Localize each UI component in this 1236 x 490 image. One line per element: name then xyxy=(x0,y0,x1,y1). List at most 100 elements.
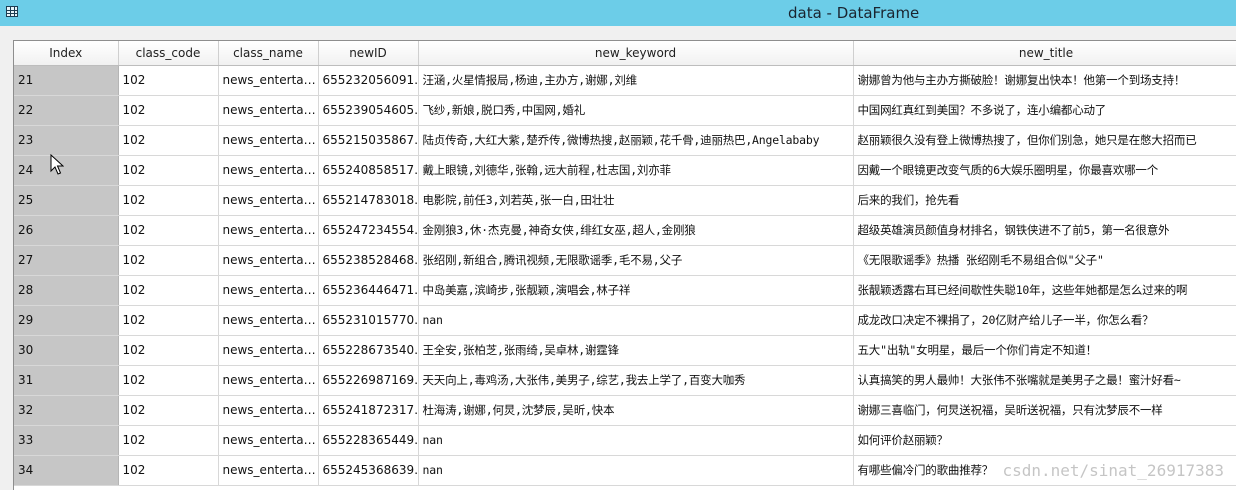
cell-new-keyword[interactable]: 金刚狼3,休·杰克曼,神奇女侠,绯红女巫,超人,金刚狼 xyxy=(418,215,854,246)
cell-index[interactable]: 31 xyxy=(14,365,119,396)
cell-new-id[interactable]: 655236446471… xyxy=(318,275,419,306)
cell-new-title[interactable]: 张靓颖透露右耳已经间歇性失聪10年，这些年她都是怎么过来的啊 xyxy=(853,275,1236,306)
cell-class-code[interactable]: 102 xyxy=(118,335,219,366)
cell-new-id[interactable]: 655241872317… xyxy=(318,395,419,426)
cell-new-keyword[interactable]: nan xyxy=(418,305,854,336)
cell-new-keyword[interactable]: 汪涵,火星情报局,杨迪,主办方,谢娜,刘维 xyxy=(418,65,854,96)
cell-class-code[interactable]: 102 xyxy=(118,365,219,396)
cell-new-id[interactable]: 655240858517… xyxy=(318,155,419,186)
cell-index[interactable]: 23 xyxy=(14,125,119,156)
cell-new-keyword[interactable]: 陆贞传奇,大红大紫,楚乔传,微博热搜,赵丽颖,花千骨,迪丽热巴,Angelaba… xyxy=(418,125,854,156)
table-row[interactable]: 31 102 news_enterta… 655226987169… 天天向上,毒鸡汤,… xyxy=(14,365,1236,396)
column-header-class-name[interactable]: class_name xyxy=(218,41,319,66)
cell-new-keyword[interactable]: 电影院,前任3,刘若英,张一白,田壮壮 xyxy=(418,185,854,216)
cell-class-name[interactable]: news_enterta… xyxy=(218,335,319,366)
cell-new-keyword[interactable]: 飞纱,新娘,脱口秀,中国网,婚礼 xyxy=(418,95,854,126)
table-row[interactable]: 27 102 news_enterta… 655238528468… 张绍刚,新组合,腾… xyxy=(14,245,1236,276)
cell-new-title[interactable]: 如何评价赵丽颖？ xyxy=(853,425,1236,456)
cell-class-code[interactable]: 102 xyxy=(118,425,219,456)
cell-new-title[interactable]: 超级英雄演员颜值身材排名，钢铁侠进不了前5，第一名很意外 xyxy=(853,215,1236,246)
cell-class-code[interactable]: 102 xyxy=(118,215,219,246)
cell-class-code[interactable]: 102 xyxy=(118,95,219,126)
cell-index[interactable]: 21 xyxy=(14,65,119,96)
cell-class-code[interactable]: 102 xyxy=(118,125,219,156)
cell-new-keyword[interactable]: 中岛美嘉,滨崎步,张靓颖,演唱会,林子祥 xyxy=(418,275,854,306)
cell-index[interactable]: 27 xyxy=(14,245,119,276)
cell-class-code[interactable]: 102 xyxy=(118,155,219,186)
cell-class-code[interactable]: 102 xyxy=(118,305,219,336)
cell-index[interactable]: 26 xyxy=(14,215,119,246)
cell-new-id[interactable]: 655214783018… xyxy=(318,185,419,216)
cell-class-name[interactable]: news_enterta… xyxy=(218,395,319,426)
cell-class-name[interactable]: news_enterta… xyxy=(218,245,319,276)
cell-new-id[interactable]: 655245368639… xyxy=(318,455,419,486)
table-row[interactable]: 22 102 news_enterta… 655239054605… 飞纱,新娘,脱口秀… xyxy=(14,95,1236,126)
cell-class-name[interactable]: news_enterta… xyxy=(218,65,319,96)
cell-class-name[interactable]: news_enterta… xyxy=(218,155,319,186)
cell-new-keyword[interactable]: 张绍刚,新组合,腾讯视频,无限歌谣季,毛不易,父子 xyxy=(418,245,854,276)
cell-new-title[interactable]: 五大"出轨"女明星，最后一个你们肯定不知道！ xyxy=(853,335,1236,366)
cell-new-id[interactable]: 655247234554… xyxy=(318,215,419,246)
column-header-new-title[interactable]: new_title xyxy=(853,41,1236,66)
table-row[interactable]: 21 102 news_enterta… 655232056091… 汪涵,火星情报局,… xyxy=(14,65,1236,96)
cell-class-code[interactable]: 102 xyxy=(118,65,219,96)
cell-class-name[interactable]: news_enterta… xyxy=(218,185,319,216)
cell-class-code[interactable]: 102 xyxy=(118,275,219,306)
cell-new-keyword[interactable]: 杜海涛,谢娜,何炅,沈梦辰,吴昕,快本 xyxy=(418,395,854,426)
column-header-class-code[interactable]: class_code xyxy=(118,41,219,66)
cell-class-name[interactable]: news_enterta… xyxy=(218,455,319,486)
cell-new-id[interactable]: 655231015770… xyxy=(318,305,419,336)
dataframe-table-container[interactable]: Index class_code class_name newID new_ke… xyxy=(13,40,1236,490)
cell-class-name[interactable]: news_enterta… xyxy=(218,365,319,396)
table-row[interactable]: 26 102 news_enterta… 655247234554… 金刚狼3,休·杰克… xyxy=(14,215,1236,246)
column-header-new-keyword[interactable]: new_keyword xyxy=(418,41,854,66)
cell-class-name[interactable]: news_enterta… xyxy=(218,305,319,336)
cell-new-id[interactable]: 655239054605… xyxy=(318,95,419,126)
table-row[interactable]: 29 102 news_enterta… 655231015770… nan 成龙改口决定… xyxy=(14,305,1236,336)
cell-new-id[interactable]: 655228365449… xyxy=(318,425,419,456)
cell-new-title[interactable]: 因戴一个眼镜更改变气质的6大娱乐圈明星，你最喜欢哪一个 xyxy=(853,155,1236,186)
cell-class-name[interactable]: news_enterta… xyxy=(218,275,319,306)
cell-class-name[interactable]: news_enterta… xyxy=(218,125,319,156)
cell-class-name[interactable]: news_enterta… xyxy=(218,95,319,126)
table-row[interactable]: 28 102 news_enterta… 655236446471… 中岛美嘉,滨崎步,… xyxy=(14,275,1236,306)
cell-new-id[interactable]: 655215035867… xyxy=(318,125,419,156)
cell-index[interactable]: 30 xyxy=(14,335,119,366)
table-row[interactable]: 33 102 news_enterta… 655228365449… nan 如何评价赵丽… xyxy=(14,425,1236,456)
cell-new-keyword[interactable]: 戴上眼镜,刘德华,张翰,远大前程,杜志国,刘亦菲 xyxy=(418,155,854,186)
cell-new-title[interactable]: 谢娜曾为他与主办方撕破脸！谢娜复出快本！他第一个到场支持！ xyxy=(853,65,1236,96)
cell-new-title[interactable]: 成龙改口决定不裸捐了，20亿财产给儿子一半，你怎么看？ xyxy=(853,305,1236,336)
table-row[interactable]: 25 102 news_enterta… 655214783018… 电影院,前任3,刘… xyxy=(14,185,1236,216)
cell-class-name[interactable]: news_enterta… xyxy=(218,425,319,456)
cell-new-title[interactable]: 《无限歌谣季》热播 张绍刚毛不易组合似"父子" xyxy=(853,245,1236,276)
table-row[interactable]: 24 102 news_enterta… 655240858517… 戴上眼镜,刘德华,… xyxy=(14,155,1236,186)
cell-new-id[interactable]: 655228673540… xyxy=(318,335,419,366)
cell-class-code[interactable]: 102 xyxy=(118,395,219,426)
cell-new-keyword[interactable]: nan xyxy=(418,455,854,486)
cell-new-title[interactable]: 中国网红真红到美国？不多说了，连小编都心动了 xyxy=(853,95,1236,126)
cell-index[interactable]: 33 xyxy=(14,425,119,456)
cell-new-title[interactable]: 赵丽颖很久没有登上微博热搜了，但你们别急，她只是在憋大招而已 xyxy=(853,125,1236,156)
cell-new-id[interactable]: 655232056091… xyxy=(318,65,419,96)
cell-new-keyword[interactable]: nan xyxy=(418,425,854,456)
cell-index[interactable]: 28 xyxy=(14,275,119,306)
cell-index[interactable]: 24 xyxy=(14,155,119,186)
cell-index[interactable]: 22 xyxy=(14,95,119,126)
cell-class-code[interactable]: 102 xyxy=(118,455,219,486)
column-header-new-id[interactable]: newID xyxy=(318,41,419,66)
table-row[interactable]: 30 102 news_enterta… 655228673540… 王全安,张柏芝,张… xyxy=(14,335,1236,366)
cell-new-title[interactable]: 后来的我们，抢先看 xyxy=(853,185,1236,216)
cell-new-id[interactable]: 655238528468… xyxy=(318,245,419,276)
cell-new-id[interactable]: 655226987169… xyxy=(318,365,419,396)
table-row[interactable]: 23 102 news_enterta… 655215035867… 陆贞传奇,大红大紫… xyxy=(14,125,1236,156)
cell-class-name[interactable]: news_enterta… xyxy=(218,215,319,246)
cell-new-title[interactable]: 认真搞笑的男人最帅！大张伟不张嘴就是美男子之最！蜜汁好看~ xyxy=(853,365,1236,396)
column-header-index[interactable]: Index xyxy=(14,41,119,66)
cell-new-keyword[interactable]: 王全安,张柏芝,张雨绮,吴卓林,谢霆锋 xyxy=(418,335,854,366)
cell-index[interactable]: 34 xyxy=(14,455,119,486)
cell-class-code[interactable]: 102 xyxy=(118,245,219,276)
table-row[interactable]: 32 102 news_enterta… 655241872317… 杜海涛,谢娜,何炅… xyxy=(14,395,1236,426)
cell-index[interactable]: 25 xyxy=(14,185,119,216)
cell-index[interactable]: 32 xyxy=(14,395,119,426)
cell-new-title[interactable]: 谢娜三喜临门，何炅送祝福，吴昕送祝福，只有沈梦辰不一样 xyxy=(853,395,1236,426)
